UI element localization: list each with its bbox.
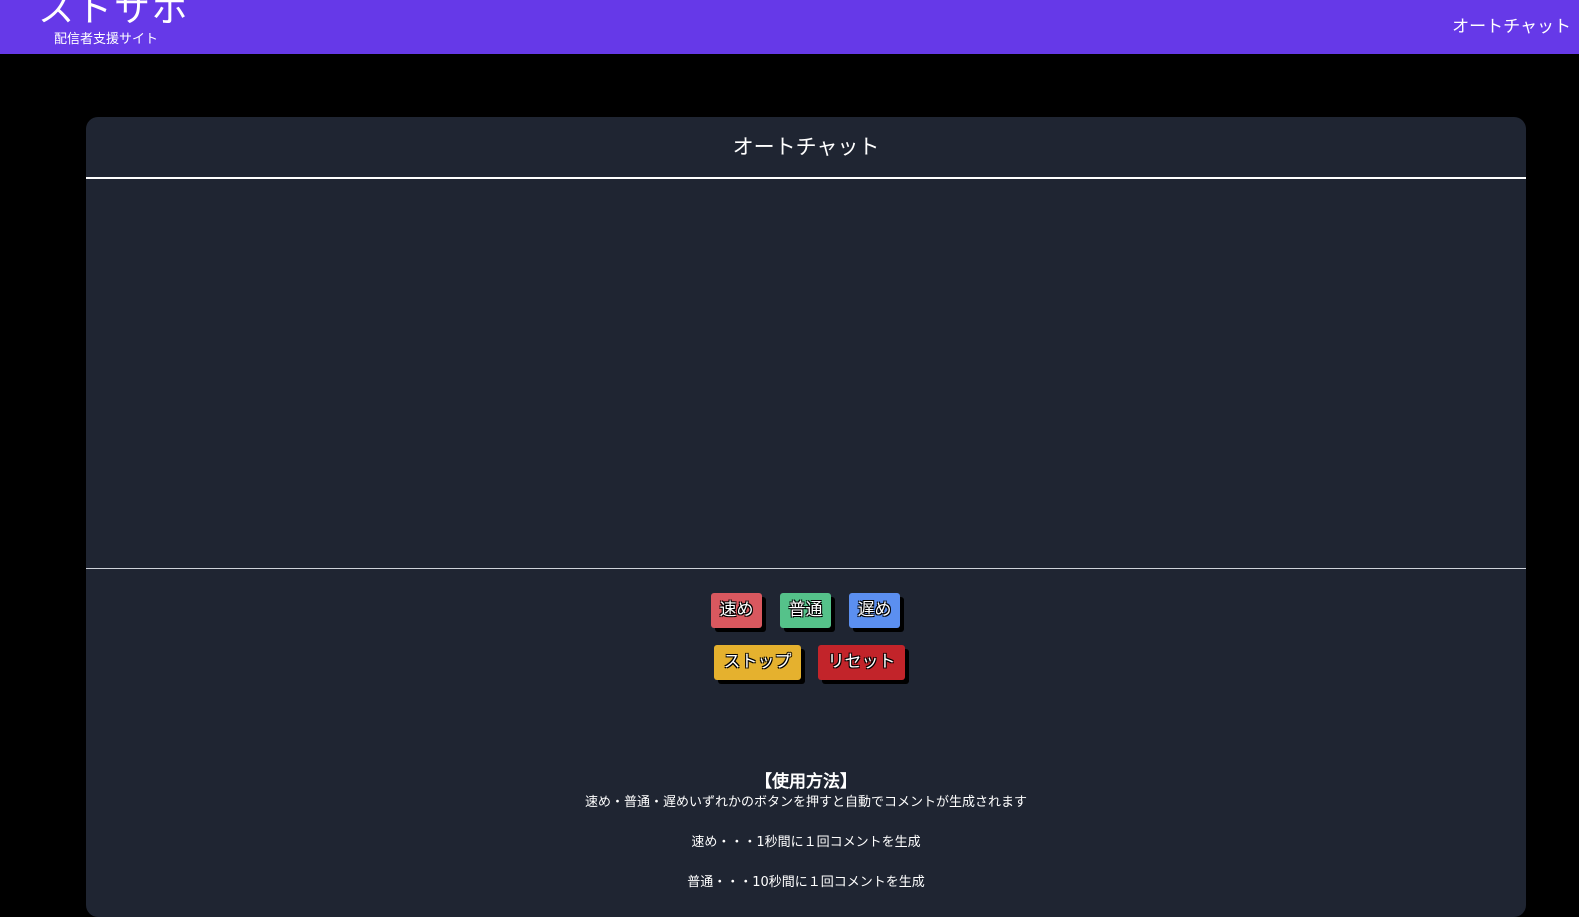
card-title: オートチャット [732,135,880,159]
reset-button[interactable]: リセット [818,645,905,680]
usage-fast-desc: 速め・・・1秒間に１回コメントを生成 [691,835,921,850]
chat-divider [86,568,1526,569]
usage-spacer [86,812,1526,834]
fast-button[interactable]: 速め [711,593,762,628]
stop-button[interactable]: ストップ [714,645,801,680]
auto-chat-card: オートチャット 速め 普通 遅め ストップ リセット 【使用方法】 速め・普通・… [86,117,1526,917]
logo-subtitle: 配信者支援サイト [54,32,159,47]
normal-button[interactable]: 普通 [780,593,831,628]
chat-comment-area[interactable] [86,179,1526,568]
usage-normal-desc: 普通・・・10秒間に１回コメントを生成 [687,875,925,890]
usage-title: 【使用方法】 [755,772,857,792]
logo-text: ストサポ [38,0,191,30]
usage-spacer [86,852,1526,874]
usage-intro: 速め・普通・遅めいずれかのボタンを押すと自動でコメントが生成されます [584,795,1027,810]
slow-button[interactable]: 遅め [849,593,900,628]
site-logo[interactable]: ストサポ 配信者支援サイト [38,0,188,54]
site-header: ストサポ 配信者支援サイト オートチャット [0,0,1579,54]
nav-link-auto-chat[interactable]: オートチャット [1452,16,1571,38]
usage-section: 【使用方法】 速め・普通・遅めいずれかのボタンを押すと自動でコメントが生成されま… [86,770,1526,892]
